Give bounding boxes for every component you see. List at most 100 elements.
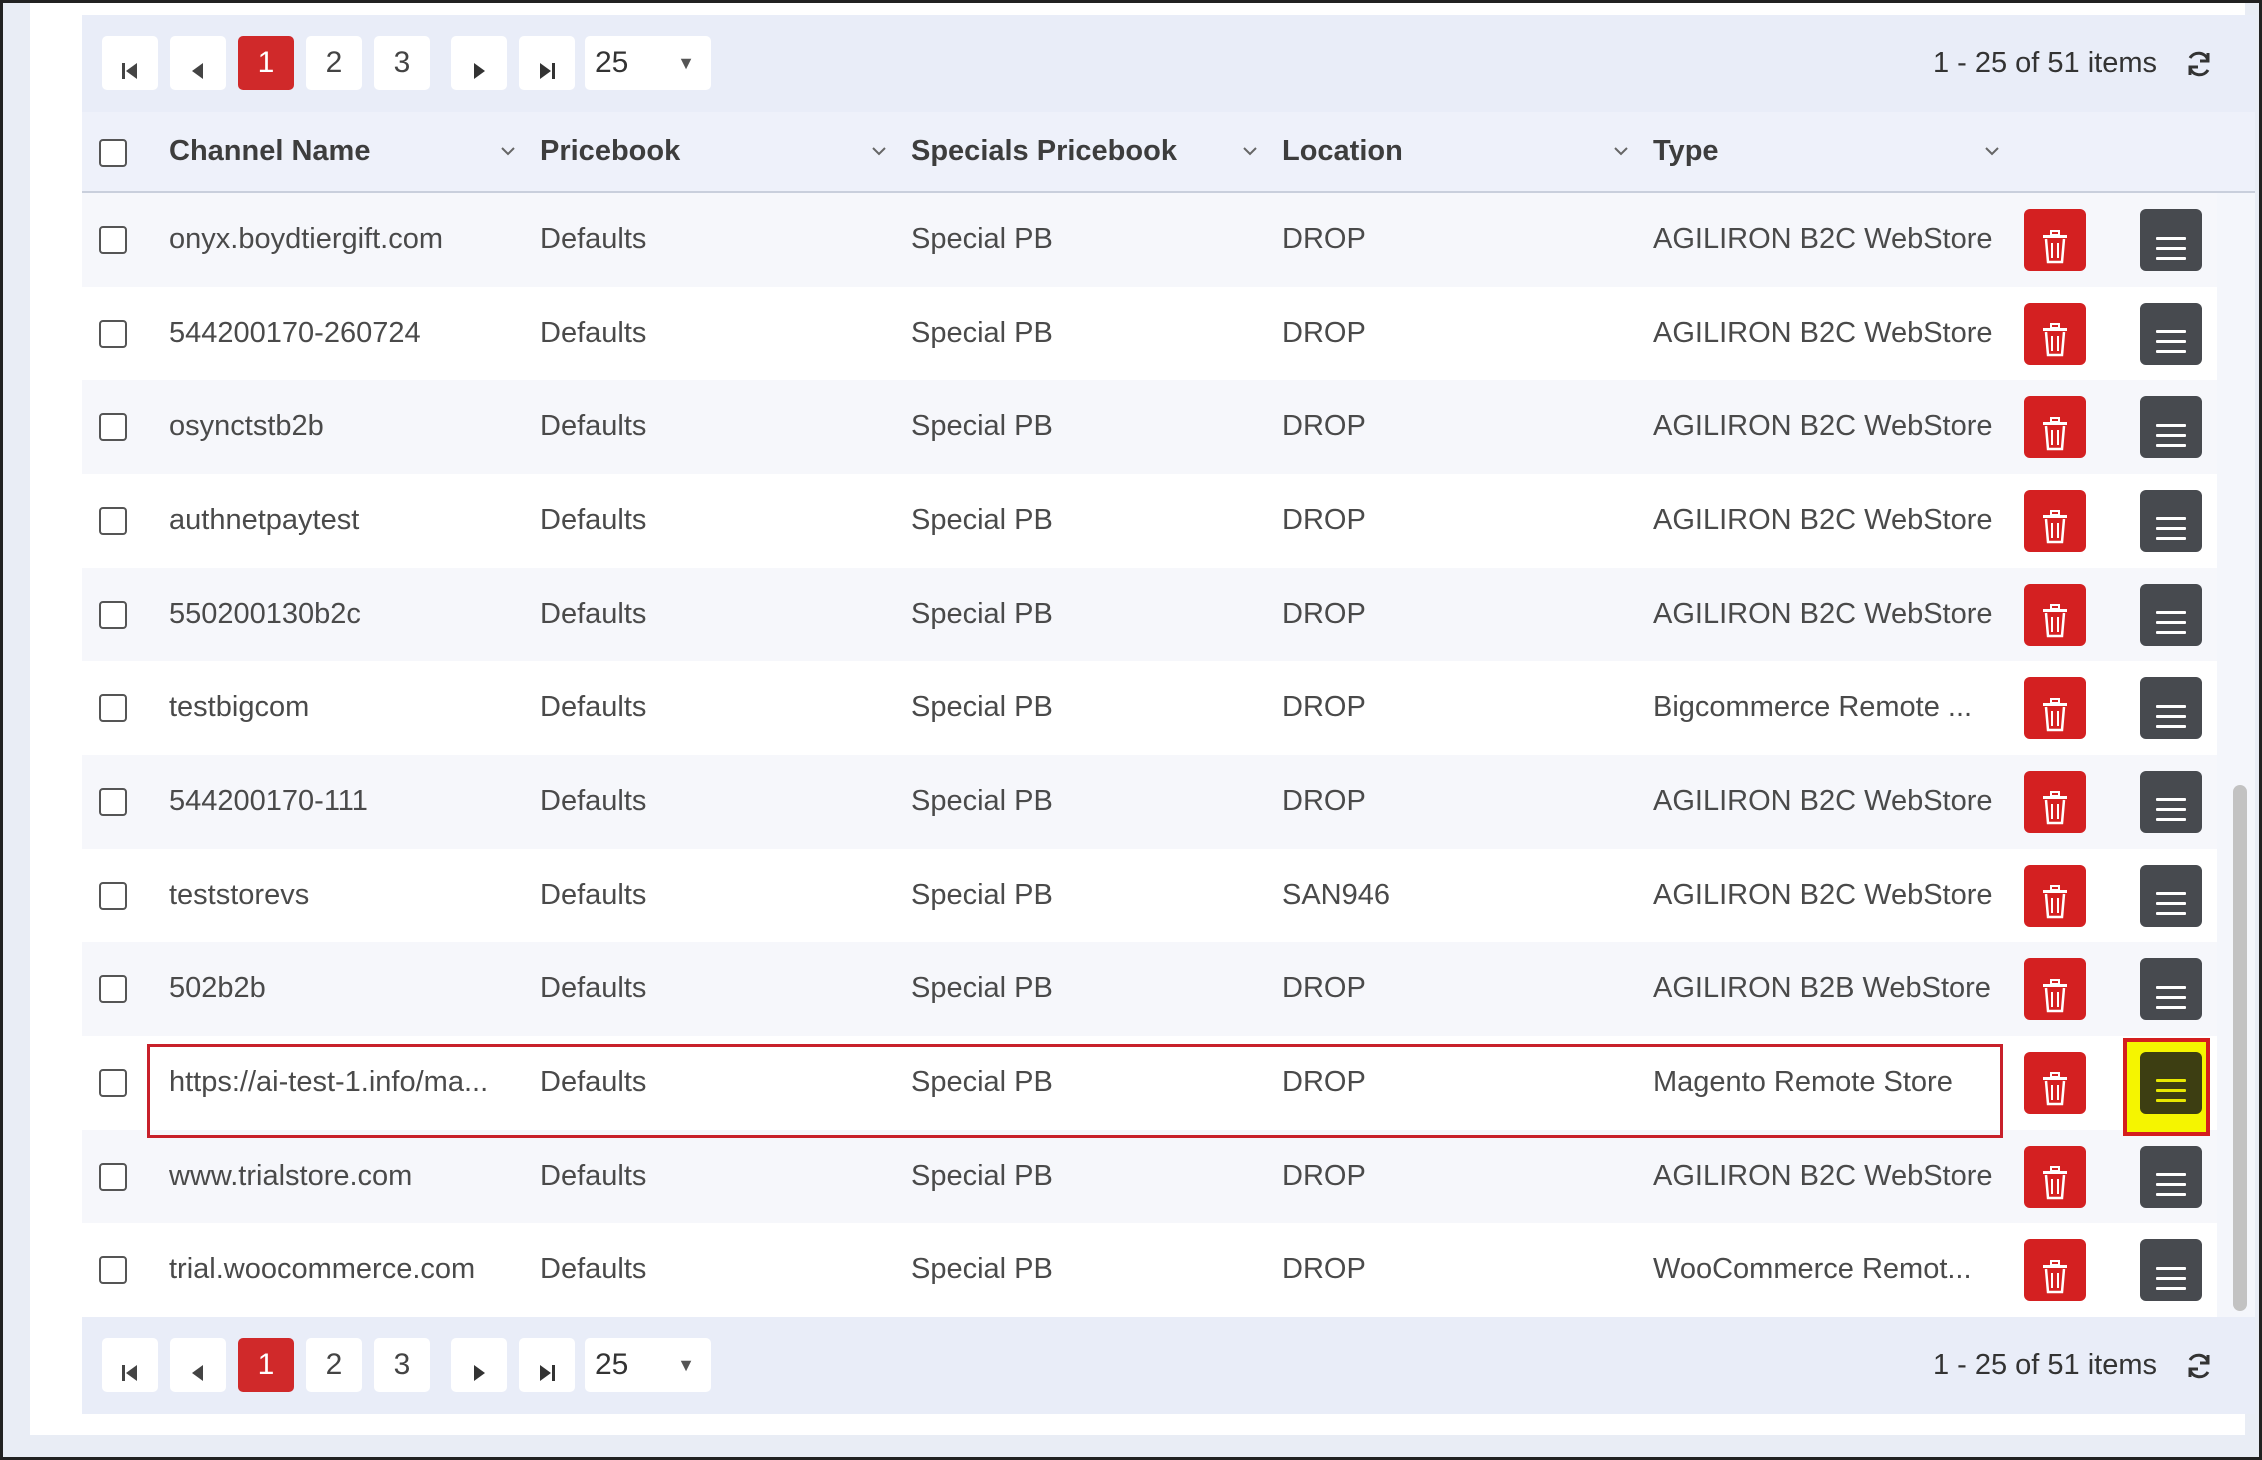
- channels-grid: 1 2 3 25 ▼ 1 - 25 of 51 items Channel Na…: [82, 15, 2255, 1414]
- sort-chevron-icon[interactable]: [1612, 142, 1630, 160]
- table-row[interactable]: 544200170-111 Defaults Special PB DROP AGILI…: [82, 754, 2217, 849]
- row-menu-button[interactable]: [2140, 1051, 2202, 1114]
- first-page-button[interactable]: [102, 36, 158, 90]
- row-menu-button[interactable]: [2140, 677, 2202, 740]
- row-menu-button[interactable]: [2140, 489, 2202, 552]
- delete-button[interactable]: [2024, 302, 2086, 365]
- delete-button[interactable]: [2024, 1145, 2086, 1208]
- vertical-scrollbar-thumb[interactable]: [2233, 785, 2247, 1311]
- select-all-checkbox[interactable]: [99, 139, 127, 167]
- sort-chevron-icon[interactable]: [499, 142, 517, 160]
- sort-chevron-icon[interactable]: [870, 142, 888, 160]
- row-checkbox[interactable]: [99, 1162, 127, 1191]
- cell-location: DROP: [1282, 597, 1366, 630]
- sort-chevron-icon[interactable]: [1241, 142, 1259, 160]
- column-header-channel-name[interactable]: Channel Name: [169, 112, 519, 191]
- delete-button[interactable]: [2024, 396, 2086, 459]
- page-1-button[interactable]: 1: [238, 36, 294, 90]
- row-menu-button[interactable]: [2140, 864, 2202, 927]
- table-row[interactable]: 550200130b2c Defaults Special PB DROP AGILIR…: [82, 567, 2217, 662]
- cell-specials-pricebook: Special PB: [911, 691, 1053, 724]
- row-menu-button[interactable]: [2140, 396, 2202, 459]
- last-page-button[interactable]: [519, 36, 575, 90]
- cell-specials-pricebook: Special PB: [911, 878, 1053, 911]
- delete-button[interactable]: [2024, 1239, 2086, 1302]
- row-menu-button[interactable]: [2140, 583, 2202, 646]
- table-row[interactable]: trial.woocommerce.com Defaults Special PB D…: [82, 1223, 2217, 1317]
- last-page-button[interactable]: [519, 1338, 575, 1392]
- delete-button[interactable]: [2024, 209, 2086, 271]
- sort-chevron-icon[interactable]: [1983, 142, 2001, 160]
- delete-button[interactable]: [2024, 489, 2086, 552]
- page-1-button[interactable]: 1: [238, 1338, 294, 1392]
- column-header-location[interactable]: Location: [1282, 112, 1632, 191]
- row-checkbox[interactable]: [99, 881, 127, 910]
- row-checkbox[interactable]: [99, 1256, 127, 1285]
- column-header-label: Pricebook: [540, 135, 681, 167]
- column-header-type[interactable]: Type: [1653, 112, 2003, 191]
- next-page-button[interactable]: [451, 1338, 507, 1392]
- column-header-specials-pricebook[interactable]: Specials Pricebook: [911, 112, 1261, 191]
- row-checkbox[interactable]: [99, 975, 127, 1004]
- row-checkbox[interactable]: [99, 506, 127, 535]
- prev-page-button[interactable]: [170, 36, 226, 90]
- page-2-button[interactable]: 2: [306, 36, 362, 90]
- table-row[interactable]: 544200170-260724 Defaults Special PB DROP AG…: [82, 286, 2217, 381]
- page-3-button[interactable]: 3: [374, 36, 430, 90]
- table-row[interactable]: https://ai-test-1.info/ma... Defaults Spec…: [82, 1035, 2217, 1130]
- row-menu-button[interactable]: [2140, 1145, 2202, 1208]
- row-checkbox[interactable]: [99, 600, 127, 629]
- delete-button[interactable]: [2024, 958, 2086, 1021]
- table-row[interactable]: onyx.boydtiergift.com Defaults Special PB D…: [82, 193, 2217, 287]
- next-page-button[interactable]: [451, 36, 507, 90]
- cell-specials-pricebook: Special PB: [911, 223, 1053, 255]
- hamburger-menu-icon: [2156, 1079, 2186, 1103]
- hamburger-menu-icon: [2156, 611, 2186, 635]
- row-checkbox[interactable]: [99, 226, 127, 254]
- cell-type: AGILIRON B2C WebStore: [1653, 410, 1993, 443]
- row-checkbox[interactable]: [99, 787, 127, 816]
- delete-button[interactable]: [2024, 770, 2086, 833]
- row-checkbox[interactable]: [99, 694, 127, 723]
- row-menu-button[interactable]: [2140, 770, 2202, 833]
- row-checkbox[interactable]: [99, 1068, 127, 1097]
- refresh-icon[interactable]: [2183, 1350, 2215, 1382]
- row-checkbox[interactable]: [99, 319, 127, 348]
- table-row[interactable]: www.trialstore.com Defaults Special PB DROP…: [82, 1129, 2217, 1224]
- row-menu-button[interactable]: [2140, 209, 2202, 271]
- page-2-button[interactable]: 2: [306, 1338, 362, 1392]
- column-header-pricebook[interactable]: Pricebook: [540, 112, 890, 191]
- first-page-button[interactable]: [102, 1338, 158, 1392]
- table-row[interactable]: teststorevs Defaults Special PB SAN946 AGILI…: [82, 848, 2217, 943]
- table-row[interactable]: testbigcom Defaults Special PB DROP Bigcomme…: [82, 661, 2217, 755]
- hamburger-menu-icon: [2156, 798, 2186, 822]
- table-row[interactable]: osynctstb2b Defaults Special PB DROP AGILIRO…: [82, 380, 2217, 474]
- hamburger-menu-icon: [2156, 236, 2186, 260]
- row-menu-button[interactable]: [2140, 958, 2202, 1021]
- cell-type: AGILIRON B2B WebStore: [1653, 972, 1991, 1005]
- table-row[interactable]: 502b2b Defaults Special PB DROP AGILIRON B2B…: [82, 942, 2217, 1036]
- delete-button[interactable]: [2024, 677, 2086, 740]
- row-checkbox[interactable]: [99, 413, 127, 442]
- cell-specials-pricebook: Special PB: [911, 316, 1053, 349]
- cell-pricebook: Defaults: [540, 972, 647, 1005]
- delete-button[interactable]: [2024, 583, 2086, 646]
- cell-specials-pricebook: Special PB: [911, 972, 1053, 1005]
- trash-icon: [2043, 604, 2067, 638]
- table-row[interactable]: authnetpaytest Defaults Special PB DROP AGIL…: [82, 473, 2217, 568]
- delete-button[interactable]: [2024, 864, 2086, 927]
- page-size-select[interactable]: 25 ▼: [585, 36, 711, 90]
- delete-button[interactable]: [2024, 1051, 2086, 1114]
- refresh-icon[interactable]: [2183, 48, 2215, 80]
- page-size-select[interactable]: 25 ▼: [585, 1338, 711, 1392]
- row-menu-button[interactable]: [2140, 302, 2202, 365]
- row-menu-button[interactable]: [2140, 1239, 2202, 1302]
- page-3-button[interactable]: 3: [374, 1338, 430, 1392]
- cell-pricebook: Defaults: [540, 410, 647, 443]
- prev-page-button[interactable]: [170, 1338, 226, 1392]
- cell-type: AGILIRON B2C WebStore: [1653, 316, 1993, 349]
- dropdown-caret-icon: ▼: [677, 53, 695, 73]
- trash-icon: [2043, 885, 2067, 919]
- window-frame: 1 2 3 25 ▼ 1 - 25 of 51 items Channel Na…: [0, 0, 2262, 1460]
- pager-bottom: 1 2 3 25 ▼ 1 - 25 of 51 items: [82, 1317, 2255, 1414]
